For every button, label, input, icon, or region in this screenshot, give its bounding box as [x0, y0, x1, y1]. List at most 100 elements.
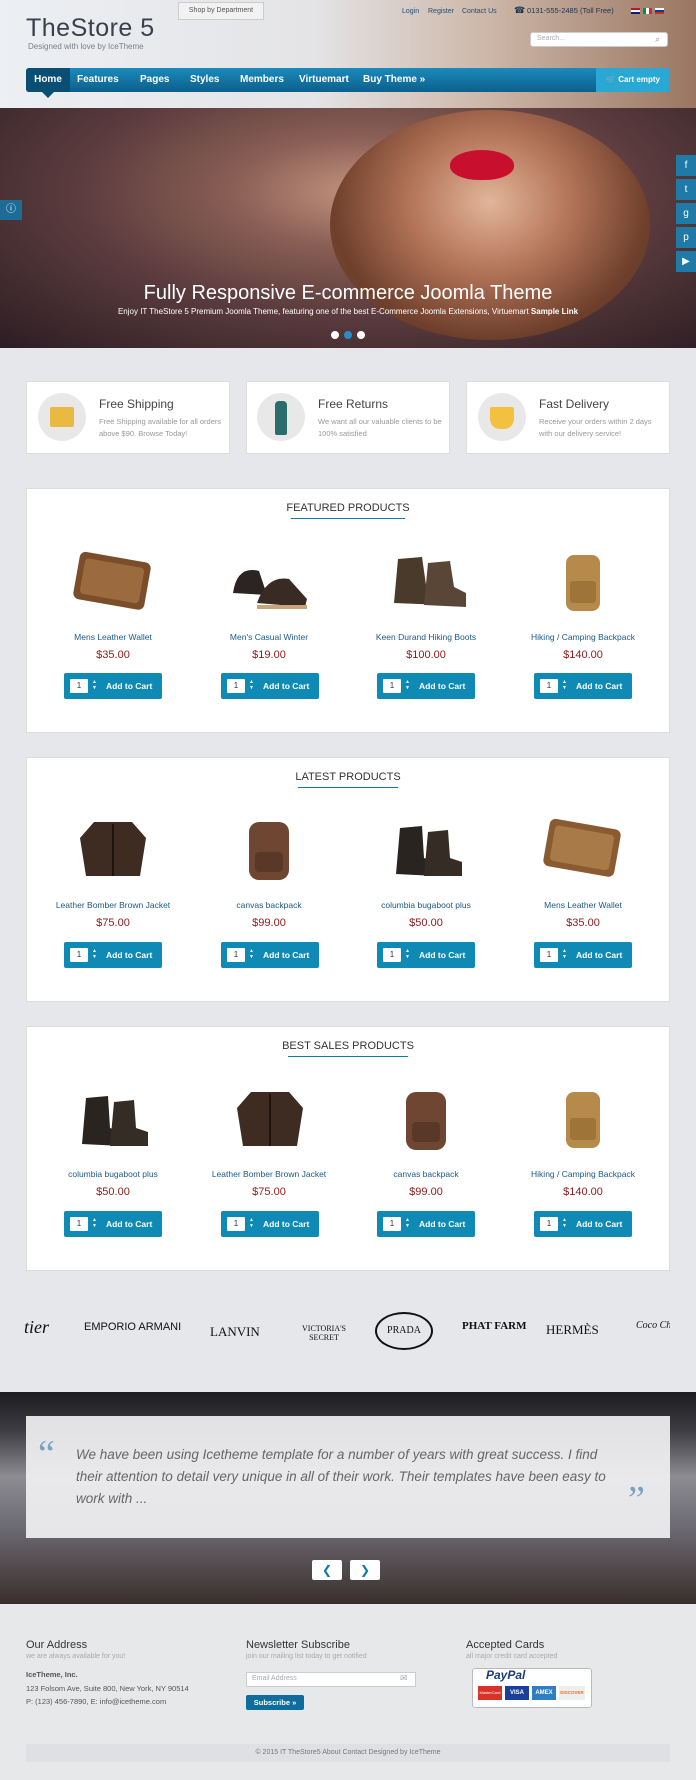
- quantity-input[interactable]: 1: [227, 948, 245, 962]
- register-link[interactable]: Register: [428, 8, 454, 15]
- info-icon[interactable]: ⓘ: [0, 200, 22, 220]
- testimonial-prev-button[interactable]: ❮: [312, 1560, 342, 1580]
- brand-logo[interactable]: HERMÈS: [546, 1322, 599, 1338]
- search-icon[interactable]: ⌕: [655, 34, 660, 45]
- cart-button[interactable]: 🛒 Cart empty: [596, 68, 670, 92]
- product-name[interactable]: Mens Leather Wallet: [508, 900, 658, 910]
- brand-logo[interactable]: PHAT FARM: [462, 1320, 526, 1332]
- brand-logo[interactable]: Coco Chanel: [636, 1320, 670, 1331]
- quantity-input[interactable]: 1: [383, 679, 401, 693]
- quantity-input[interactable]: 1: [540, 1217, 558, 1231]
- product-name[interactable]: canvas backpack: [351, 1169, 501, 1179]
- add-to-cart-label[interactable]: Add to Cart: [106, 1219, 152, 1229]
- flag-ru-icon[interactable]: [655, 8, 664, 14]
- quantity-stepper[interactable]: ▲ ▼: [92, 948, 97, 960]
- product-image-casual-shoes[interactable]: [227, 545, 313, 619]
- quantity-stepper[interactable]: ▲ ▼: [405, 948, 410, 960]
- nav-virtuemart[interactable]: Virtuemart: [299, 68, 349, 92]
- nav-pages[interactable]: Pages: [140, 68, 169, 92]
- add-to-cart-label[interactable]: Add to Cart: [419, 681, 465, 691]
- product-name[interactable]: Leather Bomber Brown Jacket: [194, 1169, 344, 1179]
- product-image-bomber-jacket[interactable]: [227, 1082, 313, 1156]
- site-logo[interactable]: TheStore 5: [26, 14, 155, 43]
- quantity-stepper[interactable]: ▲ ▼: [249, 1217, 254, 1229]
- product-image-camping-backpack[interactable]: [540, 1082, 626, 1156]
- product-image-camping-backpack[interactable]: [540, 545, 626, 619]
- youtube-icon[interactable]: ▶: [676, 251, 696, 272]
- product-name[interactable]: Hiking / Camping Backpack: [508, 1169, 658, 1179]
- slider-dot-2[interactable]: [344, 331, 352, 339]
- product-name[interactable]: Leather Bomber Brown Jacket: [38, 900, 188, 910]
- brand-logo[interactable]: PRADA: [375, 1312, 433, 1350]
- quantity-stepper[interactable]: ▲ ▼: [562, 1217, 567, 1229]
- quantity-stepper[interactable]: ▲ ▼: [92, 679, 97, 691]
- product-image-bugaboot[interactable]: [70, 1082, 156, 1156]
- twitter-icon[interactable]: t: [676, 179, 696, 200]
- product-image-bomber-jacket[interactable]: [70, 812, 156, 886]
- login-link[interactable]: Login: [402, 8, 419, 15]
- hero-sample-link[interactable]: Sample Link: [531, 307, 578, 316]
- quantity-stepper[interactable]: ▲ ▼: [92, 1217, 97, 1229]
- product-name[interactable]: Men's Casual Winter: [194, 632, 344, 642]
- quantity-input[interactable]: 1: [70, 1217, 88, 1231]
- quantity-stepper[interactable]: ▲ ▼: [405, 1217, 410, 1229]
- add-to-cart-label[interactable]: Add to Cart: [419, 950, 465, 960]
- quantity-input[interactable]: 1: [383, 1217, 401, 1231]
- add-to-cart-label[interactable]: Add to Cart: [576, 681, 622, 691]
- product-image-hiking-boots[interactable]: [384, 545, 470, 619]
- nav-features[interactable]: Features: [77, 68, 119, 92]
- brand-logo[interactable]: tier: [24, 1317, 49, 1338]
- add-to-cart-label[interactable]: Add to Cart: [263, 950, 309, 960]
- product-image-wallet[interactable]: [70, 545, 156, 619]
- nav-home[interactable]: Home: [26, 68, 70, 92]
- quantity-stepper[interactable]: ▲ ▼: [249, 679, 254, 691]
- quantity-stepper[interactable]: ▲ ▼: [405, 679, 410, 691]
- quantity-stepper[interactable]: ▲ ▼: [562, 679, 567, 691]
- product-name[interactable]: canvas backpack: [194, 900, 344, 910]
- shop-by-department-button[interactable]: Shop by Department: [178, 2, 264, 20]
- product-image-canvas-backpack[interactable]: [227, 812, 313, 886]
- quantity-input[interactable]: 1: [383, 948, 401, 962]
- add-to-cart-label[interactable]: Add to Cart: [576, 950, 622, 960]
- contact-link[interactable]: Contact Us: [462, 8, 497, 15]
- pinterest-icon[interactable]: p: [676, 227, 696, 248]
- facebook-icon[interactable]: f: [676, 155, 696, 176]
- quantity-input[interactable]: 1: [540, 948, 558, 962]
- brand-logo[interactable]: VICTORIA'S SECRET: [296, 1324, 352, 1342]
- search-input[interactable]: Search...: [530, 32, 668, 47]
- product-name[interactable]: Hiking / Camping Backpack: [508, 632, 658, 642]
- quantity-input[interactable]: 1: [540, 679, 558, 693]
- nav-members[interactable]: Members: [240, 68, 284, 92]
- flag-it-icon[interactable]: [643, 8, 652, 14]
- add-to-cart-label[interactable]: Add to Cart: [576, 1219, 622, 1229]
- slider-dot-3[interactable]: [357, 331, 365, 339]
- email-field[interactable]: Email Address: [246, 1672, 416, 1687]
- product-name[interactable]: columbia bugaboot plus: [38, 1169, 188, 1179]
- product-image-wallet[interactable]: [540, 812, 626, 886]
- quantity-input[interactable]: 1: [70, 679, 88, 693]
- google-plus-icon[interactable]: g: [676, 203, 696, 224]
- add-to-cart-label[interactable]: Add to Cart: [263, 1219, 309, 1229]
- quantity-input[interactable]: 1: [227, 679, 245, 693]
- nav-buy-theme[interactable]: Buy Theme »: [363, 68, 425, 92]
- add-to-cart-label[interactable]: Add to Cart: [106, 681, 152, 691]
- brand-logo[interactable]: LANVIN: [210, 1324, 260, 1340]
- product-name[interactable]: columbia bugaboot plus: [351, 900, 501, 910]
- add-to-cart-label[interactable]: Add to Cart: [106, 950, 152, 960]
- quantity-stepper[interactable]: ▲ ▼: [562, 948, 567, 960]
- product-name[interactable]: Keen Durand Hiking Boots: [351, 632, 501, 642]
- add-to-cart-label[interactable]: Add to Cart: [263, 681, 309, 691]
- flag-en-icon[interactable]: [631, 8, 640, 14]
- subscribe-button[interactable]: Subscribe »: [246, 1695, 304, 1710]
- brand-logo[interactable]: EMPORIO ARMANI: [84, 1321, 181, 1333]
- product-image-bugaboot[interactable]: [384, 812, 470, 886]
- add-to-cart-label[interactable]: Add to Cart: [419, 1219, 465, 1229]
- testimonial-next-button[interactable]: ❯: [350, 1560, 380, 1580]
- quantity-input[interactable]: 1: [227, 1217, 245, 1231]
- quantity-input[interactable]: 1: [70, 948, 88, 962]
- product-image-canvas-backpack[interactable]: [384, 1082, 470, 1156]
- nav-styles[interactable]: Styles: [190, 68, 219, 92]
- slider-dot-1[interactable]: [331, 331, 339, 339]
- product-name[interactable]: Mens Leather Wallet: [38, 632, 188, 642]
- quantity-stepper[interactable]: ▲ ▼: [249, 948, 254, 960]
